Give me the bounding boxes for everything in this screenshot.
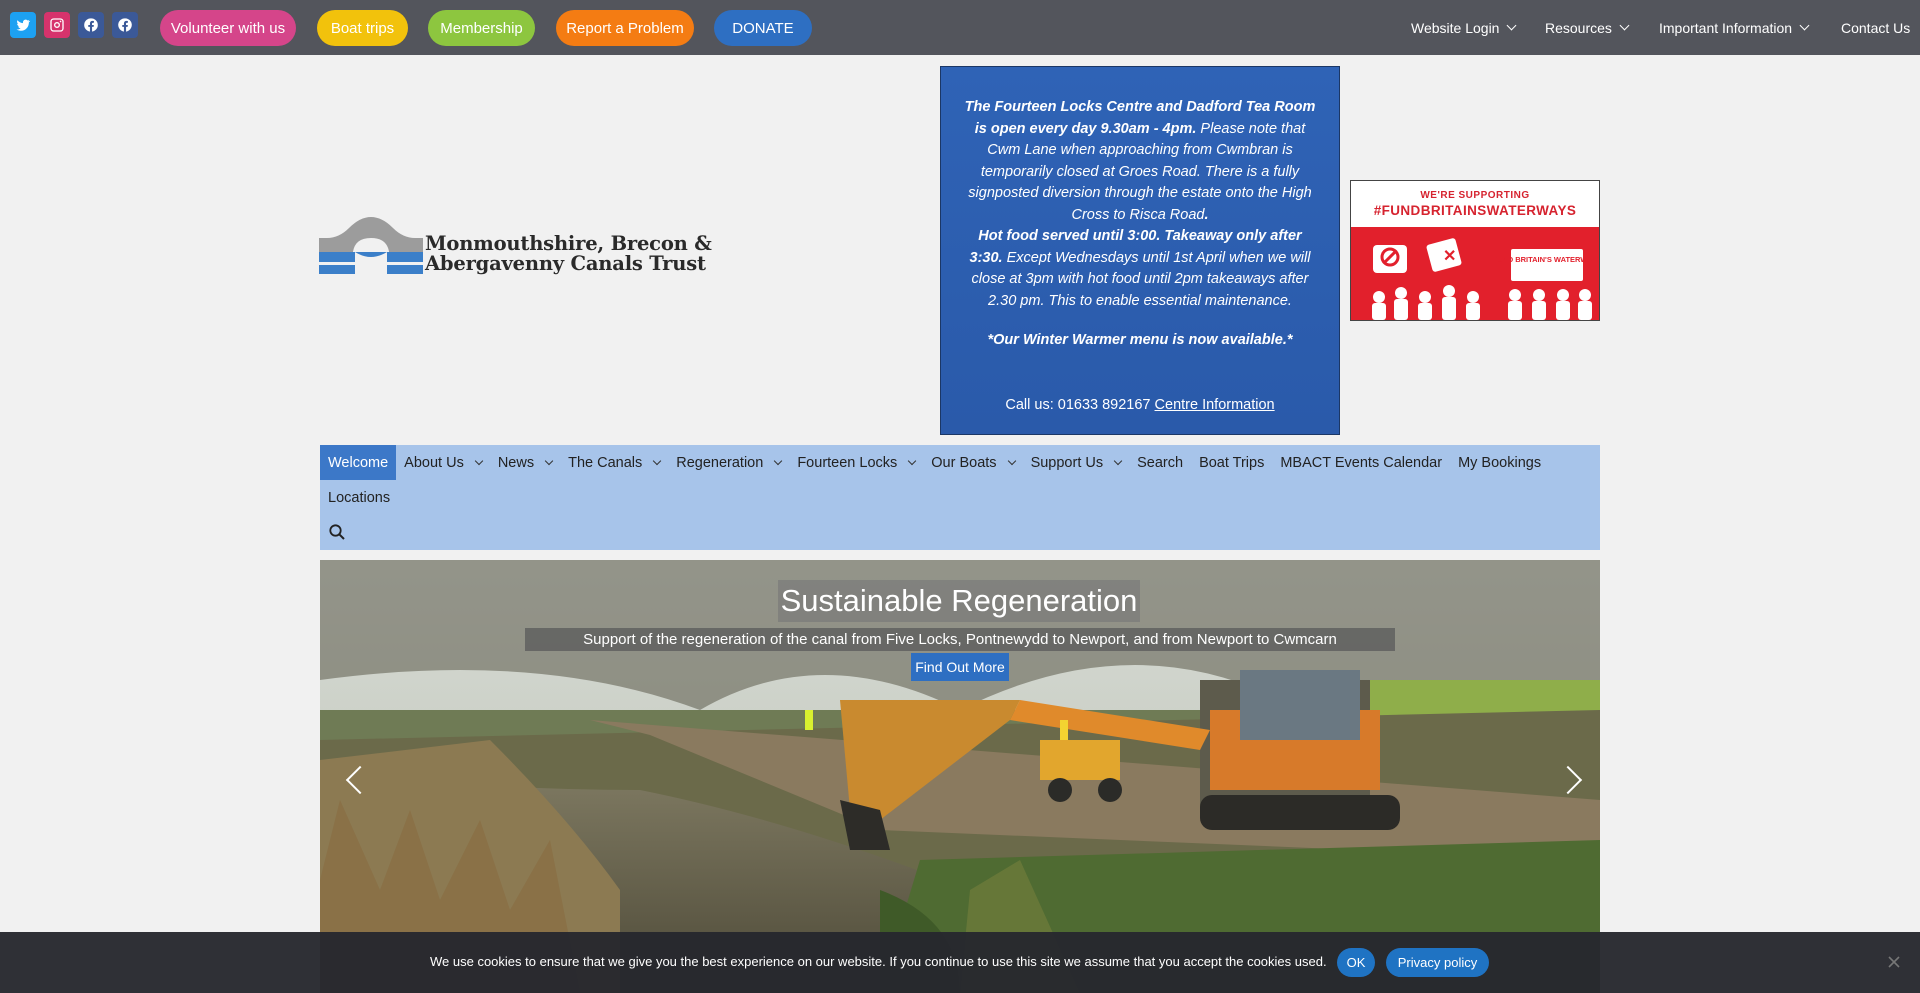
logo-text: Monmouthshire, Brecon & Abergavenny Cana… xyxy=(425,232,712,275)
protest-illustration-icon: ✕ FUND BRITAIN'S WATERWAYS xyxy=(1372,238,1602,320)
cookie-notice: We use cookies to ensure that we give yo… xyxy=(0,932,1920,993)
logo-bridge-icon xyxy=(319,217,423,274)
topnav-label: Website Login xyxy=(1411,19,1500,36)
svg-text:FUND BRITAIN'S WATERWAYS: FUND BRITAIN'S WATERWAYS xyxy=(1492,255,1599,264)
close-icon[interactable] xyxy=(1886,954,1902,970)
report-problem-button[interactable]: Report a Problem xyxy=(556,10,694,46)
topnav-label: Contact Us xyxy=(1841,19,1911,36)
nav-item-events-calendar[interactable]: MBACT Events Calendar xyxy=(1272,445,1450,480)
chevron-down-icon xyxy=(653,456,662,465)
centre-information-link[interactable]: Centre Information xyxy=(1155,397,1275,413)
nav-item-support-us[interactable]: Support Us xyxy=(1023,445,1130,480)
topnav-resources[interactable]: Resources xyxy=(1545,0,1630,55)
notice-paragraph-1: The Fourteen Locks Centre and Dadford Te… xyxy=(964,99,1316,223)
topnav-contact-us[interactable]: Contact Us xyxy=(1841,0,1910,55)
topnav-label: Resources xyxy=(1545,19,1612,36)
membership-button[interactable]: Membership xyxy=(428,10,535,46)
cookie-text: We use cookies to ensure that we give yo… xyxy=(430,954,1327,969)
instagram-icon[interactable] xyxy=(44,12,70,38)
nav-item-regeneration[interactable]: Regeneration xyxy=(668,445,789,480)
notice-paragraph-3: *Our Winter Warmer menu is now available… xyxy=(987,332,1293,348)
privacy-policy-button[interactable]: Privacy policy xyxy=(1386,948,1489,977)
notice-call: Call us: 01633 892167 Centre Information xyxy=(1005,397,1275,413)
boat-trips-button[interactable]: Boat trips xyxy=(317,10,408,46)
chevron-down-icon xyxy=(908,456,917,465)
volunteer-button[interactable]: Volunteer with us xyxy=(160,10,296,46)
nav-item-fourteen-locks[interactable]: Fourteen Locks xyxy=(789,445,923,480)
chevron-down-icon xyxy=(1007,456,1016,465)
topnav-important-information[interactable]: Important Information xyxy=(1659,0,1810,55)
slide-image xyxy=(320,560,1600,993)
opening-times-notice: The Fourteen Locks Centre and Dadford Te… xyxy=(940,66,1340,435)
slide-title: Sustainable Regeneration xyxy=(778,580,1140,622)
notice-paragraph-2: Hot food served until 3:00. Takeaway onl… xyxy=(969,228,1311,309)
donate-button[interactable]: DONATE xyxy=(714,10,812,46)
cookie-ok-button[interactable]: OK xyxy=(1337,948,1375,977)
chevron-down-icon xyxy=(474,456,484,465)
nav-item-welcome[interactable]: Welcome xyxy=(320,445,397,480)
facebook-icon[interactable] xyxy=(112,12,138,38)
svg-text:✕: ✕ xyxy=(1443,248,1456,265)
nav-item-search[interactable]: Search xyxy=(1129,445,1191,480)
fund-britains-waterways-banner[interactable]: WE'RE SUPPORTING #FUNDBRITAINSWATERWAYS … xyxy=(1350,180,1602,321)
nav-item-the-canals[interactable]: The Canals xyxy=(560,445,668,480)
twitter-icon[interactable] xyxy=(10,12,36,38)
find-out-more-button[interactable]: Find Out More xyxy=(911,653,1009,681)
chevron-down-icon xyxy=(774,456,783,465)
main-navigation: Welcome About Us News The Canals Regener… xyxy=(320,445,1600,550)
main-nav-row-1: Welcome About Us News The Canals Regener… xyxy=(320,445,1549,480)
main-nav-row-2: Locations xyxy=(320,480,398,515)
banner-heading: WE'RE SUPPORTING #FUNDBRITAINSWATERWAYS xyxy=(1373,190,1577,218)
slide-subtitle: Support of the regeneration of the canal… xyxy=(525,628,1395,651)
nav-item-our-boats[interactable]: Our Boats xyxy=(923,445,1022,480)
nav-item-boat-trips[interactable]: Boat Trips xyxy=(1191,445,1272,480)
chevron-down-icon xyxy=(1799,20,1810,31)
nav-item-news[interactable]: News xyxy=(490,445,560,480)
nav-item-my-bookings[interactable]: My Bookings xyxy=(1450,445,1549,480)
topnav-website-login[interactable]: Website Login xyxy=(1411,0,1517,55)
nav-item-about-us[interactable]: About Us xyxy=(396,445,490,480)
banner-illustration: ✕ FUND BRITAIN'S WATERWAYS xyxy=(1351,227,1602,320)
chevron-down-icon xyxy=(544,456,554,465)
hero-slider: Sustainable Regeneration Support of the … xyxy=(320,560,1600,993)
nav-item-locations[interactable]: Locations xyxy=(320,480,398,515)
site-logo[interactable]: Monmouthshire, Brecon & Abergavenny Cana… xyxy=(319,210,712,282)
topnav-label: Important Information xyxy=(1659,19,1793,36)
top-bar: Volunteer with us Boat trips Membership … xyxy=(0,0,1920,55)
facebook-icon[interactable] xyxy=(78,12,104,38)
chevron-down-icon xyxy=(1113,456,1123,465)
search-icon[interactable] xyxy=(328,523,346,541)
chevron-down-icon xyxy=(1619,20,1630,31)
chevron-down-icon xyxy=(1507,20,1517,31)
